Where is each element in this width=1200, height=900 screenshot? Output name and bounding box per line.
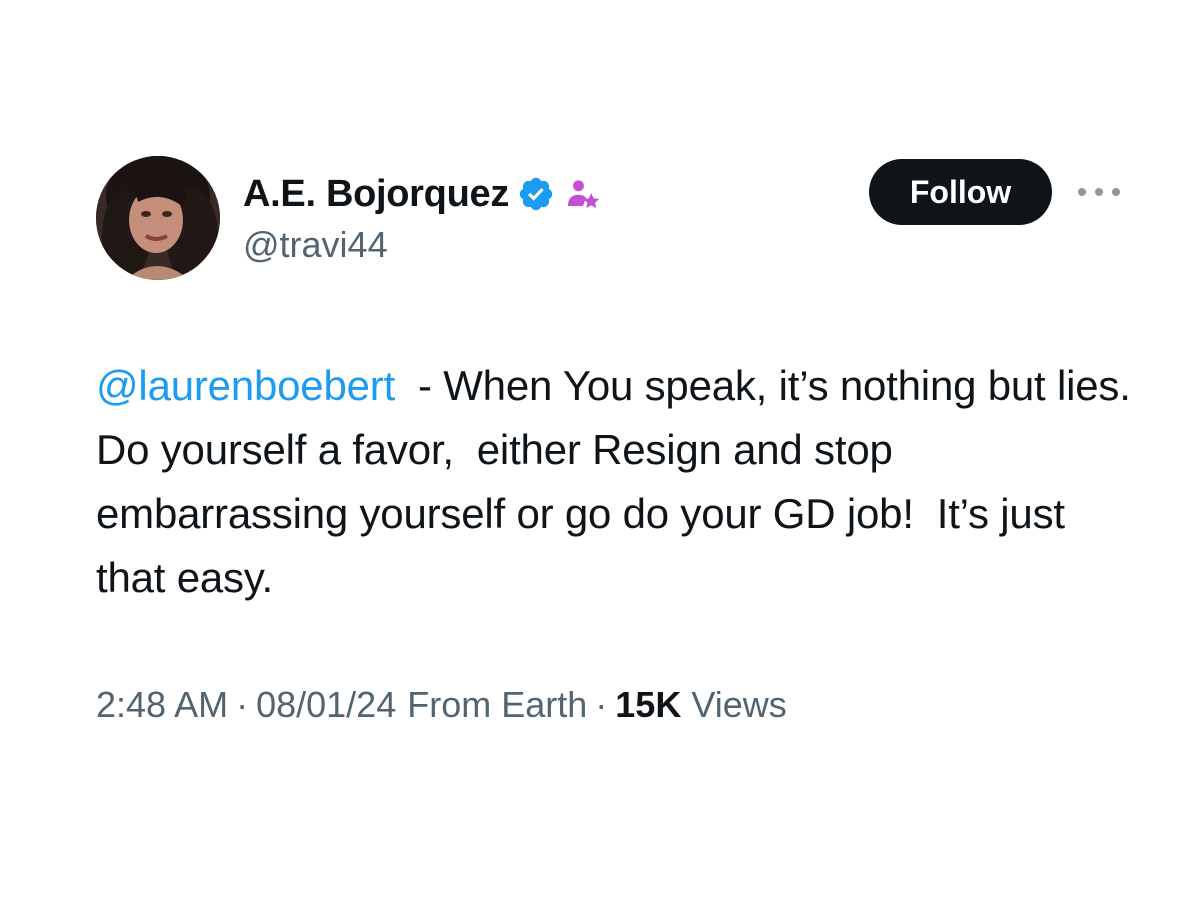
avatar[interactable] — [96, 156, 220, 280]
views-label: Views — [691, 684, 787, 725]
affiliate-person-star-icon — [565, 176, 601, 212]
tweet-location: From Earth — [407, 684, 588, 725]
tweet-time[interactable]: 2:48 AM — [96, 684, 228, 726]
name-row: A.E. Bojorquez — [243, 168, 601, 220]
tweet-text: @laurenboebert - When You speak, it’s no… — [96, 354, 1136, 610]
mention-link[interactable]: @laurenboebert — [96, 362, 395, 409]
more-dot — [1112, 188, 1120, 196]
display-name[interactable]: A.E. Bojorquez — [243, 173, 509, 216]
more-horizontal-icon[interactable] — [1078, 178, 1120, 206]
follow-button[interactable]: Follow — [869, 159, 1052, 225]
tweet-card: A.E. Bojorquez @travi44 Follow @laurenbo… — [0, 0, 1200, 900]
verified-badge-icon — [517, 175, 555, 213]
meta-separator: · — [595, 684, 608, 725]
profile-photo-icon — [96, 156, 220, 280]
meta-separator: · — [236, 684, 249, 725]
more-dot — [1078, 188, 1086, 196]
more-dot — [1095, 188, 1103, 196]
tweet-meta: 2:48 AM · 08/01/24 From Earth · 15K View… — [96, 684, 787, 726]
tweet-date[interactable]: 08/01/24 — [256, 684, 396, 726]
views-count: 15K — [615, 684, 682, 725]
user-handle[interactable]: @travi44 — [243, 224, 388, 266]
